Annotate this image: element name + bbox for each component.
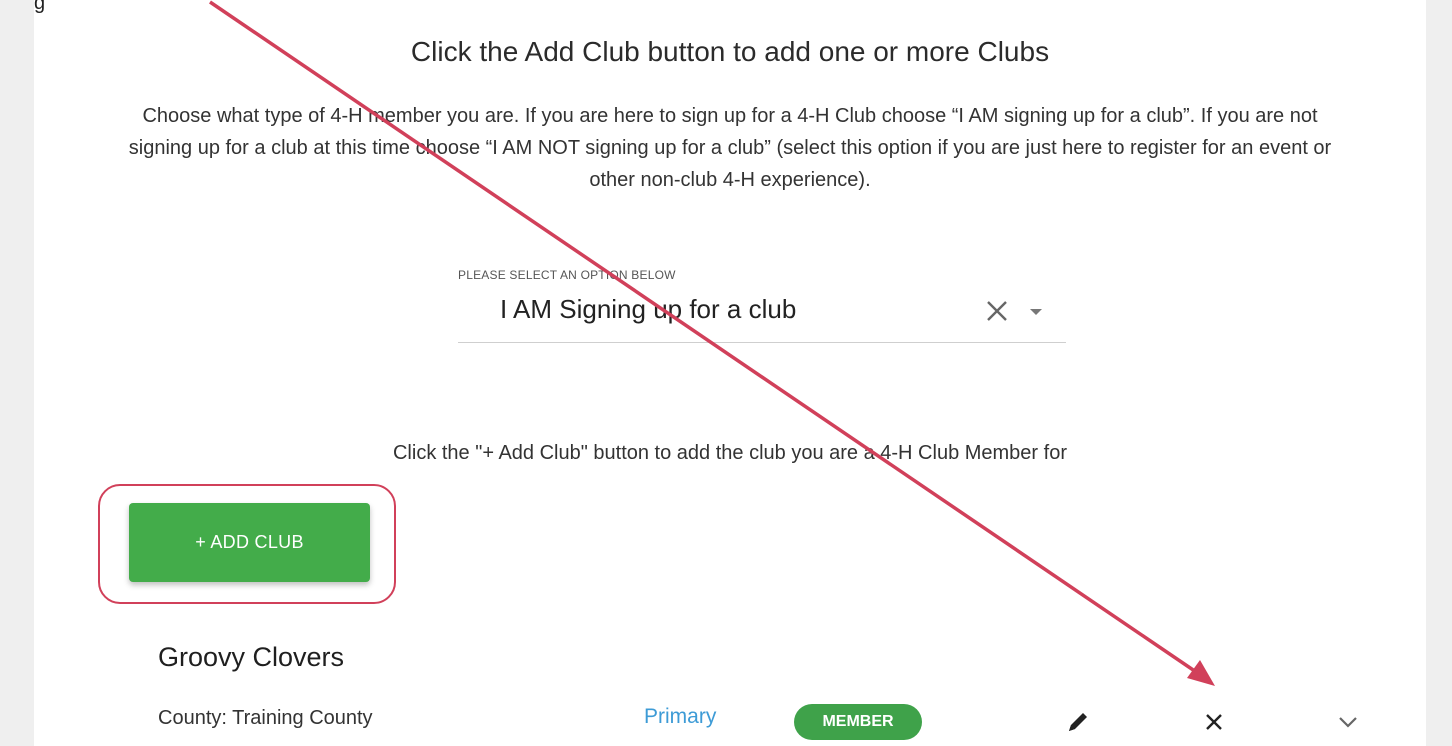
close-icon[interactable] <box>982 296 1012 326</box>
member-badge: MEMBER <box>794 704 922 740</box>
chevron-down-icon[interactable] <box>1334 712 1362 732</box>
registration-card: g Click the Add Club button to add one o… <box>34 0 1426 746</box>
club-county: County: Training County <box>158 707 373 729</box>
select-value: I AM Signing up for a club <box>500 294 797 324</box>
select-label: PLEASE SELECT AN OPTION BELOW <box>458 268 676 282</box>
club-name: Groovy Clovers <box>158 642 345 672</box>
primary-link[interactable]: Primary <box>644 705 716 729</box>
pencil-icon[interactable] <box>1064 708 1092 736</box>
instructions-text: Choose what type of 4-H member you are. … <box>128 105 1332 191</box>
member-type-select[interactable]: PLEASE SELECT AN OPTION BELOW I AM Signi… <box>458 268 1066 343</box>
page-heading: Click the Add Club button to add one or … <box>410 36 1050 67</box>
add-club-button[interactable]: + ADD CLUB <box>129 503 370 582</box>
add-club-hint: Click the "+ Add Club" button to add the… <box>392 442 1067 464</box>
caret-down-icon[interactable] <box>1028 304 1044 320</box>
cut-off-text: g <box>34 0 46 14</box>
close-icon[interactable] <box>1200 708 1228 736</box>
